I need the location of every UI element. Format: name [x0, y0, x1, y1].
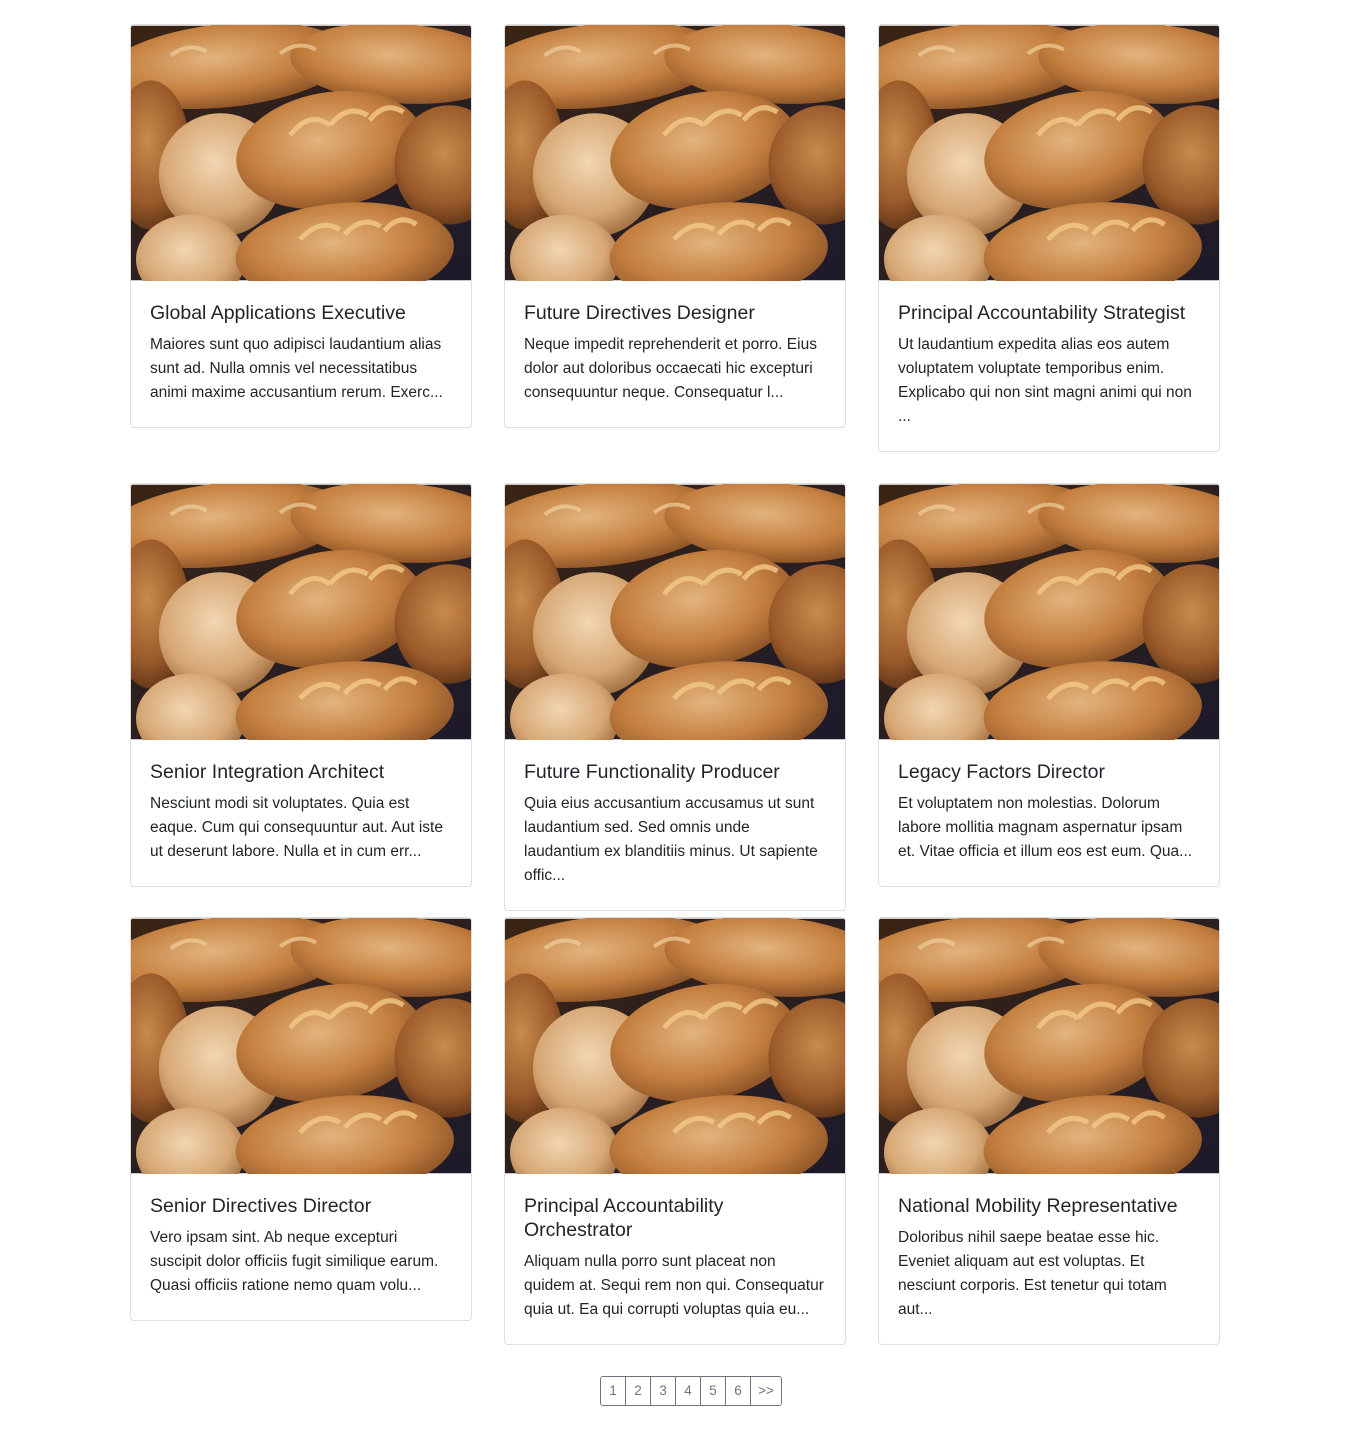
page-link-1[interactable]: 1	[601, 1377, 625, 1405]
bread-image	[505, 918, 845, 1174]
card-title[interactable]: Principal Accountability Strategist	[898, 301, 1200, 325]
page-link-4[interactable]: 4	[675, 1377, 700, 1405]
card-text: Doloribus nihil saepe beatae esse hic. E…	[898, 1229, 1167, 1318]
card-title[interactable]: Future Functionality Producer	[524, 760, 826, 784]
card-title[interactable]: Senior Directives Director	[150, 1194, 452, 1218]
card-title[interactable]: Principal Accountability Orchestrator	[524, 1194, 826, 1242]
card-6[interactable]: Senior Directives Director Vero ipsam si…	[130, 917, 472, 1321]
card-7[interactable]: Principal Accountability Orchestrator Al…	[504, 917, 846, 1345]
card-4[interactable]: Future Functionality Producer Quia eius …	[504, 483, 846, 911]
card-body: Senior Integration Architect Nesciunt mo…	[131, 740, 471, 886]
card-text: Ut laudantium expedita alias eos autem v…	[898, 336, 1192, 425]
card-text: Maiores sunt quo adipisci laudantium ali…	[150, 336, 443, 401]
card-8[interactable]: National Mobility Representative Dolorib…	[878, 917, 1220, 1345]
bread-image	[131, 25, 471, 281]
card-title[interactable]: National Mobility Representative	[898, 1194, 1200, 1218]
bread-image	[879, 484, 1219, 740]
card-title[interactable]: Global Applications Executive	[150, 301, 452, 325]
card-body: Future Directives Designer Neque impedit…	[505, 281, 845, 427]
bread-image	[879, 25, 1219, 281]
card-1[interactable]: Future Directives Designer Neque impedit…	[504, 24, 846, 428]
card-text: Neque impedit reprehenderit et porro. Ei…	[524, 336, 817, 401]
card-5[interactable]: Legacy Factors Director Et voluptatem no…	[878, 483, 1220, 887]
card-0[interactable]: Global Applications Executive Maiores su…	[130, 24, 472, 428]
bread-image	[505, 484, 845, 740]
card-2[interactable]: Principal Accountability Strategist Ut l…	[878, 24, 1220, 452]
card-title[interactable]: Future Directives Designer	[524, 301, 826, 325]
card-body: Legacy Factors Director Et voluptatem no…	[879, 740, 1219, 886]
page-link-5[interactable]: 5	[700, 1377, 725, 1405]
card-body: Future Functionality Producer Quia eius …	[505, 740, 845, 910]
card-3[interactable]: Senior Integration Architect Nesciunt mo…	[130, 483, 472, 887]
pagination: 1 2 3 4 5 6 >>	[600, 1376, 782, 1406]
card-body: National Mobility Representative Dolorib…	[879, 1174, 1219, 1344]
card-text: Vero ipsam sint. Ab neque excepturi susc…	[150, 1229, 439, 1294]
page-link-next[interactable]: >>	[750, 1377, 781, 1405]
bread-image	[879, 918, 1219, 1174]
page-link-3[interactable]: 3	[650, 1377, 675, 1405]
page-link-2[interactable]: 2	[625, 1377, 650, 1405]
card-text: Aliquam nulla porro sunt placeat non qui…	[524, 1253, 824, 1318]
card-body: Global Applications Executive Maiores su…	[131, 281, 471, 427]
bread-image	[131, 918, 471, 1174]
card-body: Senior Directives Director Vero ipsam si…	[131, 1174, 471, 1320]
card-title[interactable]: Senior Integration Architect	[150, 760, 452, 784]
bread-image	[131, 484, 471, 740]
card-text: Quia eius accusantium accusamus ut sunt …	[524, 795, 818, 884]
card-text: Et voluptatem non molestias. Dolorum lab…	[898, 795, 1193, 860]
page-link-6[interactable]: 6	[725, 1377, 750, 1405]
card-text: Nesciunt modi sit voluptates. Quia est e…	[150, 795, 443, 860]
bread-image	[505, 25, 845, 281]
card-body: Principal Accountability Strategist Ut l…	[879, 281, 1219, 451]
card-body: Principal Accountability Orchestrator Al…	[505, 1174, 845, 1344]
card-title[interactable]: Legacy Factors Director	[898, 760, 1200, 784]
